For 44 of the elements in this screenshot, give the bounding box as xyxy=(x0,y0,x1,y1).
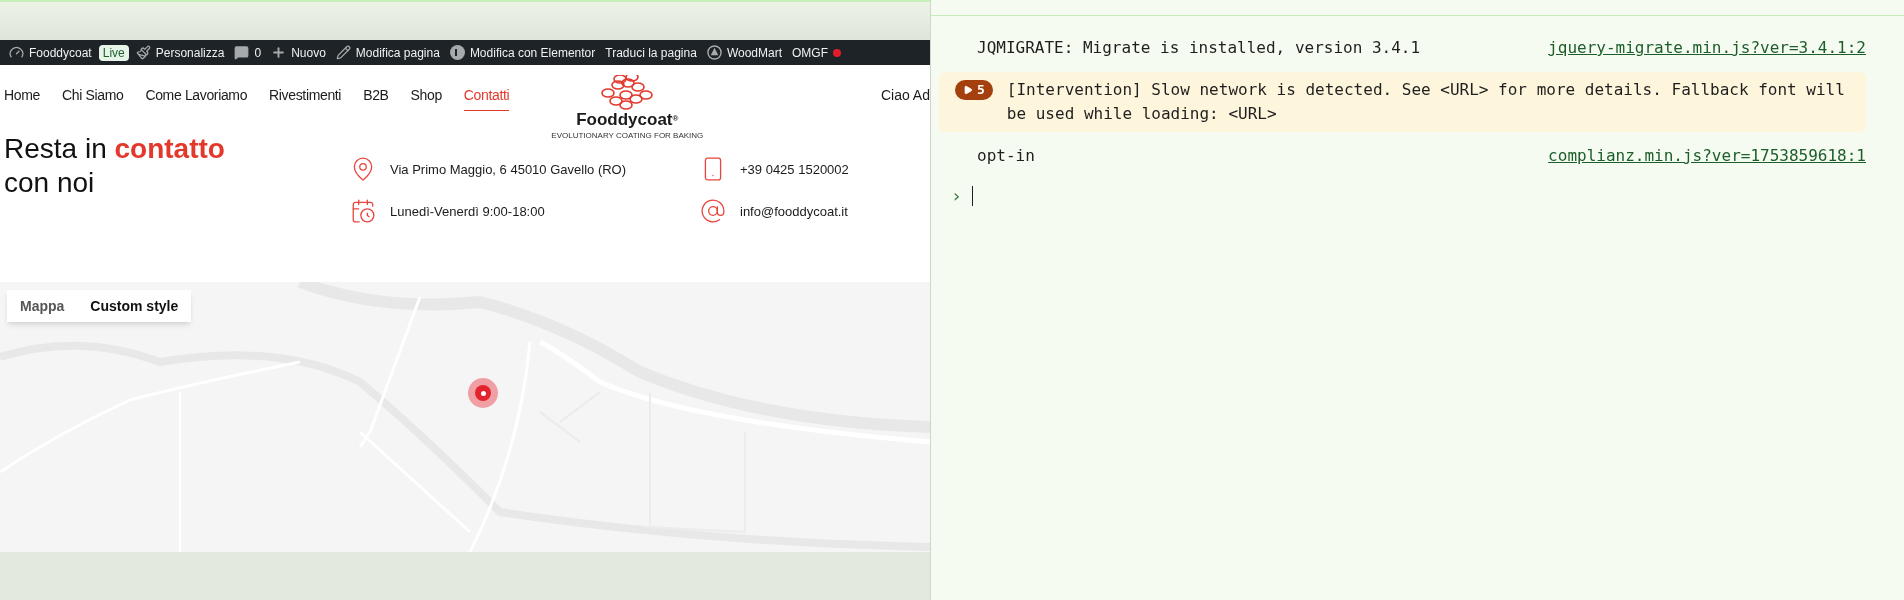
message-count-badge[interactable]: 5 xyxy=(955,80,993,100)
nav-link[interactable]: Contatti xyxy=(463,85,510,111)
comment-icon xyxy=(234,45,250,60)
plus-icon xyxy=(271,45,287,60)
greeting-text: Ciao Ad xyxy=(880,86,930,105)
admin-bar-item[interactable]: WoodMart xyxy=(703,43,786,62)
live-badge: Live xyxy=(98,44,129,61)
nav-link[interactable]: Rivestimenti xyxy=(269,85,342,111)
at-sign-icon xyxy=(700,198,726,224)
nav-link[interactable]: Shop xyxy=(410,85,442,111)
nav-link[interactable]: Chi Siamo xyxy=(61,85,124,111)
admin-bar-item[interactable]: Nuovo xyxy=(268,43,329,62)
admin-bar-item[interactable]: Traduci la pagina xyxy=(602,43,700,62)
contact-text: info@fooddycoat.it xyxy=(740,203,848,221)
nav-link[interactable]: Home xyxy=(4,85,40,111)
calendar-clock-icon xyxy=(350,198,376,224)
map-type-button[interactable]: Custom style xyxy=(77,290,192,322)
contact-text: Lunedì-Venerdì 9:00-18:00 xyxy=(390,203,545,221)
source-link[interactable]: complianz.min.js?ver=1753859618:1 xyxy=(1548,144,1866,168)
dashboard-icon xyxy=(9,45,24,60)
admin-bar-item[interactable]: Fooddycoat xyxy=(6,43,95,62)
console-message: [Intervention] Slow network is detected. See <URL> for more details. Fallback font will be used while loading: <URL> xyxy=(1006,79,1846,125)
prompt-caret: › xyxy=(951,184,962,208)
logo-wordmark: Fooddycoat$^{®}$ xyxy=(576,111,679,128)
contact-text: Via Primo Maggio, 6 45010 Gavello (RO) xyxy=(390,161,627,179)
admin-bar-item[interactable]: Personalizza xyxy=(132,43,228,62)
logo-tagline: EVOLUTIONARY COATING FOR BAKING xyxy=(551,130,704,142)
console-message: JQMIGRATE: Migrate is installed, version 3.4.1 xyxy=(977,37,1421,59)
contact-text: +39 0425 1520002 xyxy=(740,161,849,179)
source-link[interactable]: jquery-migrate.min.js?ver=3.4.1:2 xyxy=(1548,36,1866,60)
admin-bar-item[interactable]: Modifica pagina xyxy=(332,43,443,62)
elementor-icon xyxy=(449,45,465,60)
admin-bar-item[interactable]: 0 xyxy=(231,43,265,62)
map-type-button[interactable]: Mappa xyxy=(7,290,78,322)
heading-line: Resta in contatto xyxy=(4,132,226,166)
admin-bar-item[interactable]: Modifica con Elementor xyxy=(446,43,599,62)
nav-link[interactable]: Come Lavoriamo xyxy=(145,85,248,111)
nav-link[interactable]: B2B xyxy=(363,85,389,111)
heading-line: con noi xyxy=(4,166,96,200)
tree-icon xyxy=(706,45,722,60)
console-message: opt-in xyxy=(977,145,1035,167)
brush-icon xyxy=(135,45,151,60)
pencil-icon xyxy=(335,45,351,60)
admin-bar-item[interactable]: OMGF xyxy=(789,43,845,62)
